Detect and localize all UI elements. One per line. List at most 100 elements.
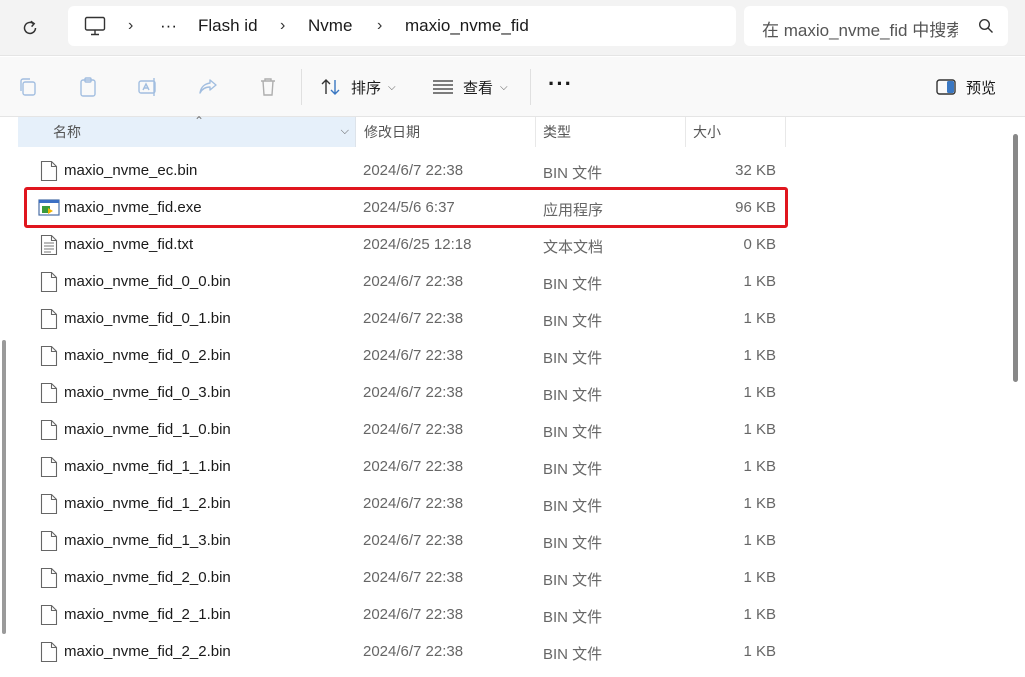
file-name: maxio_nvme_fid.exe [64, 199, 202, 216]
more-options-button[interactable]: ··· [548, 73, 573, 95]
file-size: 1 KB [743, 347, 776, 364]
breadcrumb-current-folder[interactable]: maxio_nvme_fid [405, 16, 529, 36]
column-header-date[interactable]: 修改日期 [356, 117, 536, 147]
chevron-down-icon[interactable]: ⌵ [341, 125, 349, 138]
refresh-icon [23, 20, 37, 35]
file-name: maxio_nvme_fid_1_1.bin [64, 458, 231, 475]
blank-file-icon [40, 160, 58, 182]
navigation-pane-scrollbar[interactable] [2, 340, 6, 634]
preview-pane-icon [936, 79, 956, 95]
blank-file-icon [40, 456, 58, 478]
file-size: 1 KB [743, 532, 776, 549]
file-row[interactable]: maxio_nvme_fid_2_2.bin 2024/6/7 22:38 BIN … [20, 633, 786, 670]
blank-file-icon [40, 382, 58, 404]
file-type: BIN 文件 [543, 387, 603, 404]
file-date: 2024/6/7 22:38 [363, 532, 464, 549]
file-date: 2024/6/7 22:38 [363, 384, 464, 401]
file-size: 1 KB [743, 421, 776, 438]
command-bar: 排序 ⌵ 查看 ⌵ ··· 预览 [0, 57, 1025, 117]
paste-icon[interactable] [77, 76, 99, 98]
blank-file-icon [40, 604, 58, 626]
application-icon [38, 198, 60, 218]
column-header-type[interactable]: 类型 [536, 117, 686, 147]
blank-file-icon [40, 567, 58, 589]
file-name: maxio_nvme_fid_1_3.bin [64, 532, 231, 549]
column-header-name[interactable]: ⌃ 名称 ⌵ [18, 114, 356, 147]
search-placeholder: 在 maxio_nvme_fid 中搜索 [762, 21, 958, 40]
breadcrumb-nvme[interactable]: Nvme [308, 16, 352, 36]
blank-file-icon [40, 419, 58, 441]
file-size: 1 KB [743, 458, 776, 475]
file-name: maxio_nvme_fid.txt [64, 236, 194, 253]
blank-file-icon [40, 345, 58, 367]
sort-icon [321, 79, 340, 95]
file-size: 1 KB [743, 569, 776, 586]
file-row[interactable]: maxio_nvme_fid_2_0.bin 2024/6/7 22:38 BIN … [20, 559, 786, 596]
file-size: 1 KB [743, 384, 776, 401]
file-date: 2024/6/7 22:38 [363, 162, 464, 179]
file-row[interactable]: maxio_nvme_fid_1_2.bin 2024/6/7 22:38 BIN … [20, 485, 786, 522]
file-type: BIN 文件 [543, 572, 603, 589]
file-row[interactable]: maxio_nvme_fid_1_0.bin 2024/6/7 22:38 BIN … [20, 411, 786, 448]
address-bar-row: › ··· Flash id › Nvme › maxio_nvme_fid 在… [0, 0, 1025, 56]
breadcrumb-flash-id[interactable]: Flash id [198, 16, 258, 36]
file-type: BIN 文件 [543, 646, 603, 663]
sort-button[interactable]: 排序 ⌵ [320, 73, 396, 101]
file-size: 32 KB [735, 162, 776, 179]
file-size: 1 KB [743, 310, 776, 327]
file-date: 2024/6/7 22:38 [363, 273, 464, 290]
delete-icon[interactable] [257, 76, 279, 98]
file-row[interactable]: maxio_nvme_fid_0_3.bin 2024/6/7 22:38 BIN … [20, 374, 786, 411]
share-icon[interactable] [197, 76, 219, 98]
file-type: BIN 文件 [543, 424, 603, 441]
address-box[interactable]: › ··· Flash id › Nvme › maxio_nvme_fid [68, 6, 736, 46]
file-type: BIN 文件 [543, 535, 603, 552]
copy-icon[interactable] [17, 76, 39, 98]
search-icon [978, 18, 993, 33]
search-input[interactable]: 在 maxio_nvme_fid 中搜索 [744, 6, 1008, 46]
file-date: 2024/6/7 22:38 [363, 347, 464, 364]
sort-label: 排序 [351, 79, 382, 97]
file-type: BIN 文件 [543, 350, 603, 367]
refresh-button[interactable] [14, 12, 46, 44]
chevron-down-icon: ⌵ [500, 81, 508, 93]
column-label-size: 大小 [693, 124, 721, 140]
preview-label: 预览 [966, 79, 997, 97]
file-name: maxio_nvme_fid_2_1.bin [64, 606, 231, 623]
vertical-scrollbar[interactable] [1013, 134, 1018, 382]
preview-pane-button[interactable]: 预览 [936, 73, 996, 101]
chevron-right-icon[interactable]: › [377, 17, 382, 35]
file-row[interactable]: maxio_nvme_fid_1_1.bin 2024/6/7 22:38 BIN … [20, 448, 786, 485]
file-row[interactable]: maxio_nvme_fid_2_1.bin 2024/6/7 22:38 BIN … [20, 596, 786, 633]
blank-file-icon [40, 493, 58, 515]
sort-ascending-icon: ⌃ [194, 114, 205, 128]
chevron-right-icon[interactable]: › [280, 17, 285, 35]
breadcrumb-overflow[interactable]: ··· [160, 16, 177, 36]
file-name: maxio_nvme_fid_1_0.bin [64, 421, 231, 438]
blank-file-icon [40, 530, 58, 552]
blank-file-icon [40, 308, 58, 330]
column-header-size[interactable]: 大小 [686, 117, 786, 147]
text-file-icon [40, 234, 58, 256]
rename-icon[interactable] [137, 76, 159, 98]
file-row[interactable]: maxio_nvme_fid.exe 2024/5/6 6:37 应用程序 96 KB [20, 189, 786, 226]
file-row[interactable]: maxio_nvme_fid_0_1.bin 2024/6/7 22:38 BIN … [20, 300, 786, 337]
file-size: 0 KB [743, 236, 776, 253]
file-row[interactable]: maxio_nvme_fid.txt 2024/6/25 12:18 文本文档 0 K… [20, 226, 786, 263]
file-date: 2024/6/7 22:38 [363, 606, 464, 623]
file-type: BIN 文件 [543, 461, 603, 478]
file-row[interactable]: maxio_nvme_fid_0_2.bin 2024/6/7 22:38 BIN … [20, 337, 786, 374]
file-row[interactable]: maxio_nvme_fid_0_0.bin 2024/6/7 22:38 BIN … [20, 263, 786, 300]
toolbar-divider [530, 69, 531, 105]
column-label-type: 类型 [543, 124, 571, 140]
view-button[interactable]: 查看 ⌵ [432, 73, 508, 101]
this-pc-icon[interactable] [84, 16, 106, 36]
file-row[interactable]: maxio_nvme_ec.bin 2024/6/7 22:38 BIN 文件 32 … [20, 152, 786, 189]
chevron-right-icon[interactable]: › [128, 17, 133, 35]
file-row[interactable]: maxio_nvme_fid_1_3.bin 2024/6/7 22:38 BIN … [20, 522, 786, 559]
file-name: maxio_nvme_fid_1_2.bin [64, 495, 231, 512]
file-date: 2024/6/7 22:38 [363, 643, 464, 660]
file-type: 应用程序 [543, 202, 604, 219]
file-date: 2024/6/7 22:38 [363, 495, 464, 512]
file-name: maxio_nvme_fid_0_2.bin [64, 347, 231, 364]
